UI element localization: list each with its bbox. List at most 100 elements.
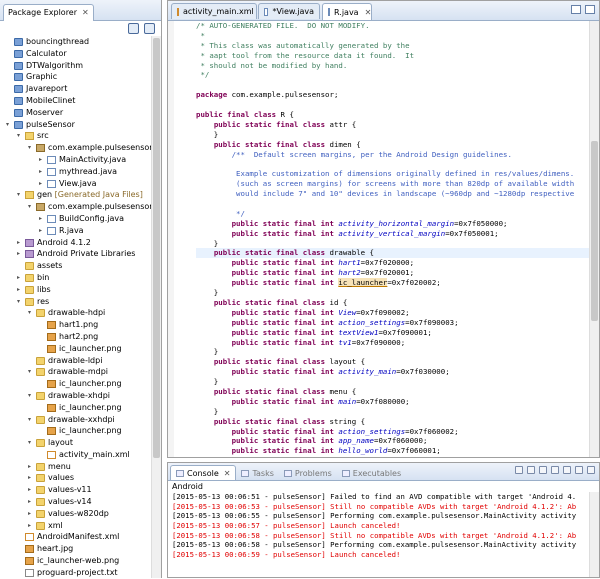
tree-item[interactable]: ▸ values [0,472,152,484]
tree-item[interactable]: ▾ src [0,130,152,142]
console-scrollbar[interactable] [589,492,599,577]
scroll-lock-icon[interactable] [527,466,535,474]
package-explorer-scrollbar[interactable] [151,36,161,578]
tree-item[interactable]: Calculator [0,48,152,60]
expanded-twisty-icon[interactable]: ▾ [26,366,33,378]
console-tab[interactable]: Console ✕ [170,465,237,480]
collapsed-twisty-icon[interactable]: ▸ [26,484,33,496]
collapsed-twisty-icon[interactable]: ▸ [15,284,22,296]
tree-item[interactable]: ▾ gen [Generated Java Files] [0,189,152,201]
tree-item[interactable]: ▾ com.example.pulsesensor [0,142,152,154]
tree-item[interactable]: ▾ com.example.pulsesensor [0,201,152,213]
tree-item[interactable]: ▸ values-v11 [0,484,152,496]
console-tab[interactable]: Problems [279,466,337,480]
tree-item[interactable]: ic_launcher.png [0,402,152,414]
tree-item[interactable]: activity_main.xml [0,449,152,461]
minimize-icon[interactable] [575,466,583,474]
expanded-twisty-icon[interactable]: ▾ [26,437,33,449]
console-tab[interactable]: Executables [337,466,406,480]
expanded-twisty-icon[interactable]: ▾ [15,130,22,142]
tree-item[interactable]: bouncingthread [0,36,152,48]
display-console-icon[interactable] [551,466,559,474]
collapsed-twisty-icon[interactable]: ▸ [15,272,22,284]
scrollbar-thumb[interactable] [153,38,160,458]
tree-item[interactable]: ▸ values-w820dp [0,508,152,520]
console-tab[interactable]: Tasks [236,466,278,480]
tree-item[interactable]: ▸ values-v14 [0,496,152,508]
expanded-twisty-icon[interactable]: ▾ [4,119,11,131]
tree-item[interactable]: ic_launcher.png [0,425,152,437]
collapsed-twisty-icon[interactable]: ▸ [15,248,22,260]
collapsed-twisty-icon[interactable]: ▸ [26,508,33,520]
tree-item[interactable]: ▸ bin [0,272,152,284]
tree-item[interactable]: ▾ drawable-hdpi [0,307,152,319]
expanded-twisty-icon[interactable]: ▾ [26,142,33,154]
close-icon[interactable]: ✕ [82,8,89,17]
tree-item[interactable]: assets [0,260,152,272]
expanded-twisty-icon[interactable]: ▾ [26,307,33,319]
collapsed-twisty-icon[interactable]: ▸ [37,213,44,225]
pin-console-icon[interactable] [539,466,547,474]
collapsed-twisty-icon[interactable]: ▸ [37,178,44,190]
tree-item[interactable]: proguard-project.txt [0,567,152,579]
tree-item[interactable]: ▸ menu [0,461,152,473]
tree-item[interactable]: hart2.png [0,331,152,343]
tree-item[interactable]: Moserver [0,107,152,119]
link-with-editor-icon[interactable] [144,23,155,34]
tree-item[interactable]: ▸ BuildConfig.java [0,213,152,225]
console-output[interactable]: [2015-05-13 00:06:51 - pulseSensor] Fail… [172,492,589,577]
collapsed-twisty-icon[interactable]: ▸ [26,461,33,473]
collapsed-twisty-icon[interactable]: ▸ [37,166,44,178]
tree-item[interactable]: ▾ layout [0,437,152,449]
collapse-all-icon[interactable] [128,23,139,34]
expanded-twisty-icon[interactable]: ▾ [26,390,33,402]
minimize-icon[interactable] [571,5,581,14]
tree-item[interactable]: ic_launcher.png [0,378,152,390]
tree-item[interactable]: ▾ pulseSensor [0,119,152,131]
tree-item[interactable]: DTWalgorithm [0,60,152,72]
tree-item[interactable]: hart1.png [0,319,152,331]
scrollbar-thumb[interactable] [591,141,598,321]
open-console-icon[interactable] [563,466,571,474]
collapsed-twisty-icon[interactable]: ▸ [26,496,33,508]
tree-item[interactable]: ▸ mythread.java [0,166,152,178]
tree-item[interactable]: ▸ xml [0,520,152,532]
tree-item[interactable]: Graphic [0,71,152,83]
tree-item[interactable]: ▾ drawable-xxhdpi [0,414,152,426]
collapsed-twisty-icon[interactable]: ▸ [26,520,33,532]
editor-tab[interactable]: *View.java [258,3,320,19]
editor-tab[interactable]: activity_main.xml [171,3,257,19]
tree-item[interactable]: ▸ View.java [0,178,152,190]
tree-item[interactable]: MobileClinet [0,95,152,107]
code-editor[interactable]: ⊖/* AUTO-GENERATED FILE. DO NOT MODIFY. … [196,21,589,457]
maximize-icon[interactable] [587,466,595,474]
editor-tab[interactable]: R.java ✕ [322,3,372,20]
expanded-twisty-icon[interactable]: ▾ [26,201,33,213]
expanded-twisty-icon[interactable]: ▾ [15,296,22,308]
tree-item[interactable]: ▾ drawable-xhdpi [0,390,152,402]
collapsed-twisty-icon[interactable]: ▸ [37,225,44,237]
tree-item[interactable]: ic_launcher.png [0,343,152,355]
expanded-twisty-icon[interactable]: ▾ [15,189,22,201]
tree-item[interactable]: heart.jpg [0,543,152,555]
expanded-twisty-icon[interactable]: ▾ [26,414,33,426]
clear-console-icon[interactable] [515,466,523,474]
tree-item[interactable]: AndroidManifest.xml [0,531,152,543]
collapsed-twisty-icon[interactable]: ▸ [15,237,22,249]
editor-scrollbar[interactable] [589,21,599,457]
tree-item[interactable]: ▸ R.java [0,225,152,237]
tree-item[interactable]: ic_launcher-web.png [0,555,152,567]
tree-item[interactable]: ▾ res [0,296,152,308]
tree-item[interactable]: ▸ libs [0,284,152,296]
close-icon[interactable]: ✕ [224,469,231,478]
maximize-icon[interactable] [585,5,595,14]
tree-item[interactable]: ▸ Android 4.1.2 [0,237,152,249]
close-icon[interactable]: ✕ [365,8,372,17]
tree-item[interactable]: Javareport [0,83,152,95]
tree-item[interactable]: ▸ MainActivity.java [0,154,152,166]
tab-package-explorer[interactable]: Package Explorer ✕ [3,3,94,21]
tree-item[interactable]: ▾ drawable-mdpi [0,366,152,378]
tree-item[interactable]: ▸ Android Private Libraries [0,248,152,260]
collapsed-twisty-icon[interactable]: ▸ [26,472,33,484]
tree-item[interactable]: drawable-ldpi [0,355,152,367]
